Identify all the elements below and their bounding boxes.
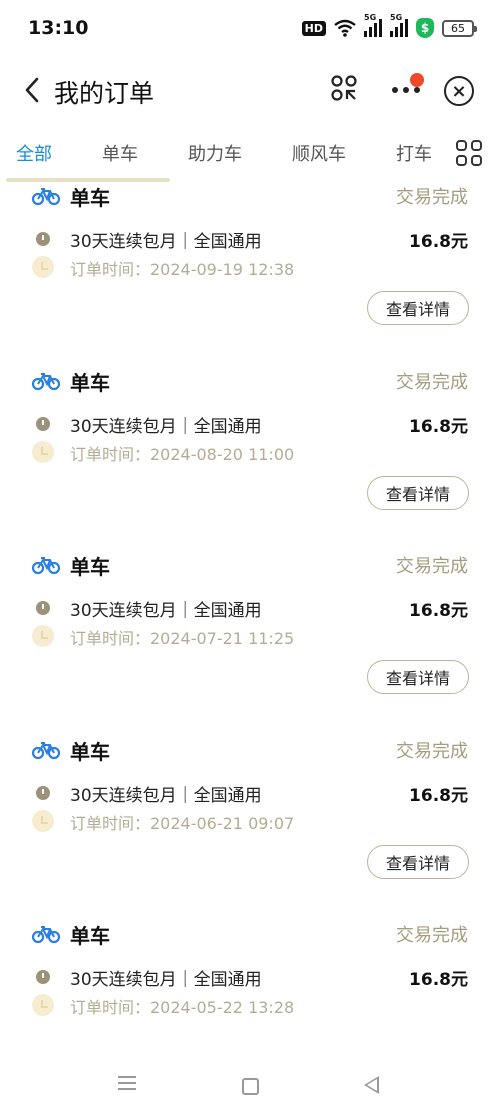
- order-plan: 30天连续包月｜全国通用: [70, 232, 262, 252]
- bike-icon: [32, 372, 60, 390]
- back-button[interactable]: [12, 68, 52, 112]
- clock-icon: [32, 625, 54, 647]
- order-price: 16.8元: [409, 232, 468, 252]
- view-details-button[interactable]: 查看详情: [367, 844, 469, 879]
- battery-level: 65: [451, 21, 465, 35]
- order-card[interactable]: 单车 交易完成 30天连续包月｜全国通用 16.8元 订单时间：2024-08-…: [0, 365, 500, 550]
- order-title: 单车: [70, 370, 110, 395]
- view-details-button[interactable]: 查看详情: [367, 291, 469, 325]
- order-status: 交易完成: [396, 187, 468, 208]
- order-price: 16.8元: [409, 601, 468, 621]
- grid-icon[interactable]: [456, 140, 482, 166]
- page-title: 我的订单: [54, 79, 155, 108]
- bike-icon: [32, 741, 60, 759]
- clock-icon: [32, 440, 54, 463]
- system-back-button[interactable]: [364, 1076, 379, 1094]
- info-dot-icon: [36, 601, 50, 615]
- bike-icon: [32, 557, 60, 575]
- order-time: 订单时间：2024-09-19 12:38: [70, 260, 295, 279]
- info-dot-icon: [36, 416, 50, 431]
- close-button[interactable]: ×: [444, 76, 474, 106]
- battery-icon: 65: [442, 19, 477, 37]
- tab-all[interactable]: 全部: [16, 140, 52, 166]
- clock-icon: [32, 809, 54, 832]
- clock-icon: [32, 994, 54, 1016]
- order-price: 16.8元: [409, 970, 468, 990]
- status-icons: HD 5G 5G $ 65: [301, 13, 477, 38]
- more-icon: [392, 87, 398, 93]
- order-plan: 30天连续包月｜全国通用: [70, 970, 262, 990]
- order-time: 订单时间：2024-06-21 09:07: [70, 813, 295, 833]
- order-list: 单车 交易完成 30天连续包月｜全国通用 16.8元 订单时间：2024-09-…: [0, 180, 500, 1103]
- order-title: 单车: [70, 186, 110, 210]
- tab-ebike[interactable]: 助力车: [188, 140, 242, 166]
- notification-dot: [410, 73, 424, 87]
- order-status: 交易完成: [396, 740, 468, 762]
- signal-icon-2: 5G: [390, 13, 408, 37]
- order-status: 交易完成: [396, 925, 468, 946]
- order-time: 订单时间：2024-08-20 11:00: [70, 444, 295, 464]
- bike-icon: [32, 188, 60, 206]
- home-button[interactable]: [242, 1078, 259, 1095]
- order-title: 单车: [70, 555, 110, 579]
- order-status: 交易完成: [396, 556, 468, 577]
- view-details-button[interactable]: 查看详情: [367, 475, 469, 510]
- order-time: 订单时间：2024-05-22 13:28: [70, 998, 295, 1017]
- status-bar: 13:10 HD 5G 5G $ 65: [0, 0, 500, 56]
- info-dot-icon: [36, 970, 50, 984]
- tab-bike[interactable]: 单车: [102, 140, 138, 166]
- tab-carpool[interactable]: 顺风车: [292, 140, 346, 166]
- view-details-button[interactable]: 查看详情: [367, 660, 469, 694]
- wifi-icon: [334, 19, 356, 37]
- order-title: 单车: [70, 739, 110, 764]
- order-time: 订单时间：2024-07-21 11:25: [70, 629, 295, 648]
- order-price: 16.8元: [409, 416, 468, 437]
- info-dot-icon: [36, 232, 50, 246]
- bike-icon: [32, 926, 60, 944]
- order-card[interactable]: 单车 交易完成 30天连续包月｜全国通用 16.8元 订单时间：2024-07-…: [0, 549, 500, 734]
- tab-taxi[interactable]: 打车: [396, 140, 432, 166]
- order-card[interactable]: 单车 交易完成 30天连续包月｜全国通用 16.8元 订单时间：2024-09-…: [0, 180, 500, 365]
- hd-icon: HD: [301, 20, 326, 36]
- system-nav-bar: [0, 1060, 500, 1104]
- clock-icon: [32, 256, 54, 278]
- recent-apps-button[interactable]: [118, 1076, 136, 1094]
- order-plan: 30天连续包月｜全国通用: [70, 785, 262, 806]
- order-price: 16.8元: [409, 785, 468, 806]
- order-plan: 30天连续包月｜全国通用: [70, 416, 262, 437]
- close-icon: ×: [451, 80, 467, 102]
- back-arrow-icon: [25, 77, 39, 103]
- status-time: 13:10: [28, 17, 89, 39]
- order-status: 交易完成: [396, 371, 468, 393]
- scan-button[interactable]: [326, 70, 362, 106]
- order-title: 单车: [70, 924, 110, 948]
- order-card[interactable]: 单车 交易完成 30天连续包月｜全国通用 16.8元 订单时间：2024-06-…: [0, 734, 500, 919]
- nav-bar: 我的订单: [0, 58, 500, 122]
- info-dot-icon: [36, 785, 50, 800]
- security-shield-icon: $: [416, 18, 434, 38]
- order-plan: 30天连续包月｜全国通用: [70, 601, 262, 621]
- category-tabs: 全部 单车 助力车 顺风车 打车: [0, 128, 500, 184]
- scan-icon: [331, 75, 357, 101]
- signal-icon-1: 5G: [364, 13, 382, 37]
